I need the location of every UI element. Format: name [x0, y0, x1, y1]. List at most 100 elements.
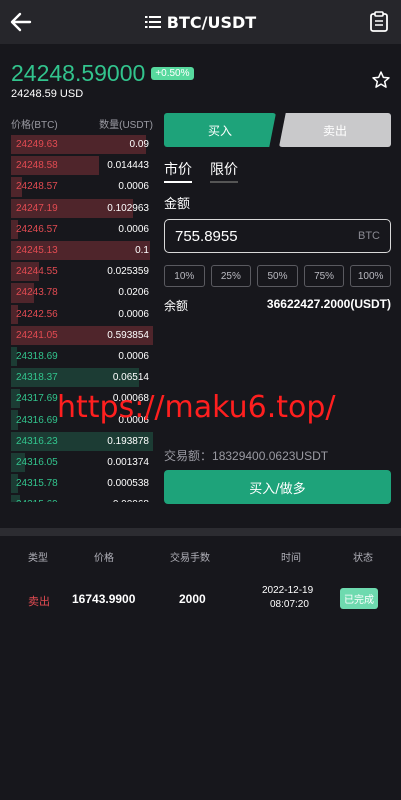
ticker: 24248.59000 +0.50% 24248.59 USD: [11, 60, 311, 106]
table-row[interactable]: 卖出 16743.9900 2000 2022-12-19 08:07:20 已…: [0, 583, 401, 615]
app-header: BTC/USDT: [0, 0, 401, 44]
book-qty: 0.102963: [107, 202, 149, 214]
type-column-header: 类型: [28, 553, 48, 564]
order-lots: 2000: [179, 592, 206, 606]
buy-long-button[interactable]: 买入/做多: [164, 470, 391, 504]
book-price: 24244.55: [16, 266, 58, 278]
amount-unit: BTC: [358, 230, 380, 242]
watermark-text: https://maku6.top/: [57, 390, 336, 425]
price-column-header: 价格(BTC): [11, 119, 58, 131]
percent-button-75[interactable]: 75%: [303, 265, 345, 287]
qty-column-header: 数量(USDT): [99, 119, 153, 131]
favorite-star-icon[interactable]: [371, 70, 391, 90]
book-price: 24248.58: [16, 160, 58, 172]
book-qty: 0.014443: [107, 160, 149, 172]
ask-row[interactable]: 24244.55 0.025359: [11, 261, 153, 282]
amount-label: 金额: [164, 197, 191, 212]
buy-tab[interactable]: 买入: [164, 113, 276, 147]
percent-button-50[interactable]: 50%: [257, 265, 298, 287]
bid-row[interactable]: 24318.37 0.06514: [11, 367, 153, 388]
change-badge: +0.50%: [151, 67, 194, 80]
tab-limit[interactable]: 限价: [210, 159, 238, 183]
bid-row[interactable]: 24318.69 0.0006: [11, 346, 153, 367]
amount-value: 755.8955: [175, 227, 238, 245]
trade-panel: 买入 卖出 市价 限价 金额 755.8955 BTC 10% 25% 50% …: [164, 113, 391, 314]
fee-column-header: 交易手数: [170, 553, 210, 564]
book-qty: 0.0006: [118, 308, 149, 320]
percent-buttons: 10% 25% 50% 75% 100%: [164, 265, 391, 287]
trade-amount-value: 18329400.0623USDT: [212, 449, 329, 463]
book-price: 24315.69: [11, 499, 58, 502]
section-divider: [0, 528, 401, 536]
percent-button-10[interactable]: 10%: [164, 265, 205, 287]
book-qty: 0.025359: [107, 266, 149, 278]
book-qty: 0.00068: [113, 499, 149, 502]
book-price: 24243.78: [16, 287, 58, 299]
ask-row[interactable]: 24245.13 0.1: [11, 240, 153, 261]
bid-row[interactable]: 24315.78 0.000538: [11, 473, 153, 494]
bid-row[interactable]: 24316.05 0.001374: [11, 452, 153, 473]
trade-amount-label: 交易额：: [164, 449, 213, 463]
book-price: 24242.56: [16, 308, 58, 320]
tab-market[interactable]: 市价: [164, 159, 192, 183]
status-badge: 已完成: [340, 588, 378, 609]
order-time: 08:07:20: [270, 599, 309, 610]
book-price: 24315.78: [16, 478, 58, 490]
order-record-icon[interactable]: [369, 11, 389, 33]
status-column-header: 状态: [353, 553, 373, 564]
ask-row[interactable]: 24246.57 0.0006: [11, 219, 153, 240]
last-price: 24248.59000: [11, 60, 146, 86]
book-qty: 0.193878: [107, 435, 149, 447]
book-qty: 0.000538: [107, 478, 149, 490]
ask-row[interactable]: 24243.78 0.0206: [11, 282, 153, 303]
asks-list: 24249.63 0.09 24248.58 0.014443 24248.57 0.00…: [11, 134, 153, 346]
amount-input[interactable]: 755.8955 BTC: [164, 219, 391, 253]
book-qty: 0.001374: [107, 456, 149, 468]
title-wrap: BTC/USDT: [0, 0, 401, 44]
book-price: 24318.69: [16, 350, 58, 362]
book-price: 24245.13: [16, 245, 58, 257]
order-book-header: 价格(BTC) 数量(USDT): [11, 112, 153, 134]
book-price: 24317.69: [16, 393, 58, 405]
balance-value: 36622427.2000(USDT): [266, 297, 391, 311]
ask-row[interactable]: 24242.56 0.0006: [11, 304, 153, 325]
book-price: 24316.05: [16, 456, 58, 468]
order-book: 价格(BTC) 数量(USDT) 24249.63 0.09 24248.58 0.0…: [11, 112, 153, 502]
book-price: 24316.69: [16, 414, 58, 426]
order-price: 16743.9900: [72, 592, 136, 606]
ask-row[interactable]: 24247.19 0.102963: [11, 198, 153, 219]
book-price: 24318.37: [16, 372, 58, 384]
side-tabs: 买入 卖出: [164, 113, 391, 147]
price-column-header: 价格: [94, 553, 114, 564]
order-type: 卖出: [28, 595, 50, 608]
book-qty: 0.0206: [118, 287, 149, 299]
book-price: 24241.05: [16, 329, 58, 341]
book-price: 24246.57: [16, 223, 58, 235]
book-qty: 0.06514: [112, 372, 149, 384]
ask-row[interactable]: 24248.58 0.014443: [11, 155, 153, 176]
book-price: 24247.19: [16, 202, 58, 214]
balance-label: 余额: [164, 299, 189, 313]
trade-amount: 交易额：18329400.0623USDT: [164, 447, 328, 464]
book-price: 24248.57: [16, 181, 58, 193]
order-type-tabs: 市价 限价: [164, 159, 391, 183]
book-qty: 0.0006: [118, 223, 149, 235]
book-qty: 0.593854: [107, 329, 149, 341]
ask-row[interactable]: 24248.57 0.0006: [11, 176, 153, 197]
balance-row: 余额 36622427.2000(USDT): [164, 297, 391, 314]
bid-row[interactable]: 24316.23 0.193878: [11, 431, 153, 452]
percent-button-100[interactable]: 100%: [350, 265, 391, 287]
book-qty: 0.0006: [118, 350, 149, 362]
book-price: 24249.63: [16, 139, 58, 151]
book-qty: 0.09: [129, 139, 149, 151]
order-date: 2022-12-19: [262, 585, 314, 596]
ask-row[interactable]: 24241.05 0.593854: [11, 325, 153, 346]
page-title[interactable]: BTC/USDT: [167, 13, 256, 32]
book-price: 24316.23: [16, 435, 58, 447]
usd-price: 24248.59 USD: [11, 88, 84, 100]
bid-row[interactable]: 24315.69 0.00068: [11, 494, 153, 502]
ask-row[interactable]: 24249.63 0.09: [11, 134, 153, 155]
menu-icon[interactable]: [144, 15, 161, 29]
sell-tab[interactable]: 卖出: [279, 113, 391, 147]
percent-button-25[interactable]: 25%: [210, 265, 252, 287]
